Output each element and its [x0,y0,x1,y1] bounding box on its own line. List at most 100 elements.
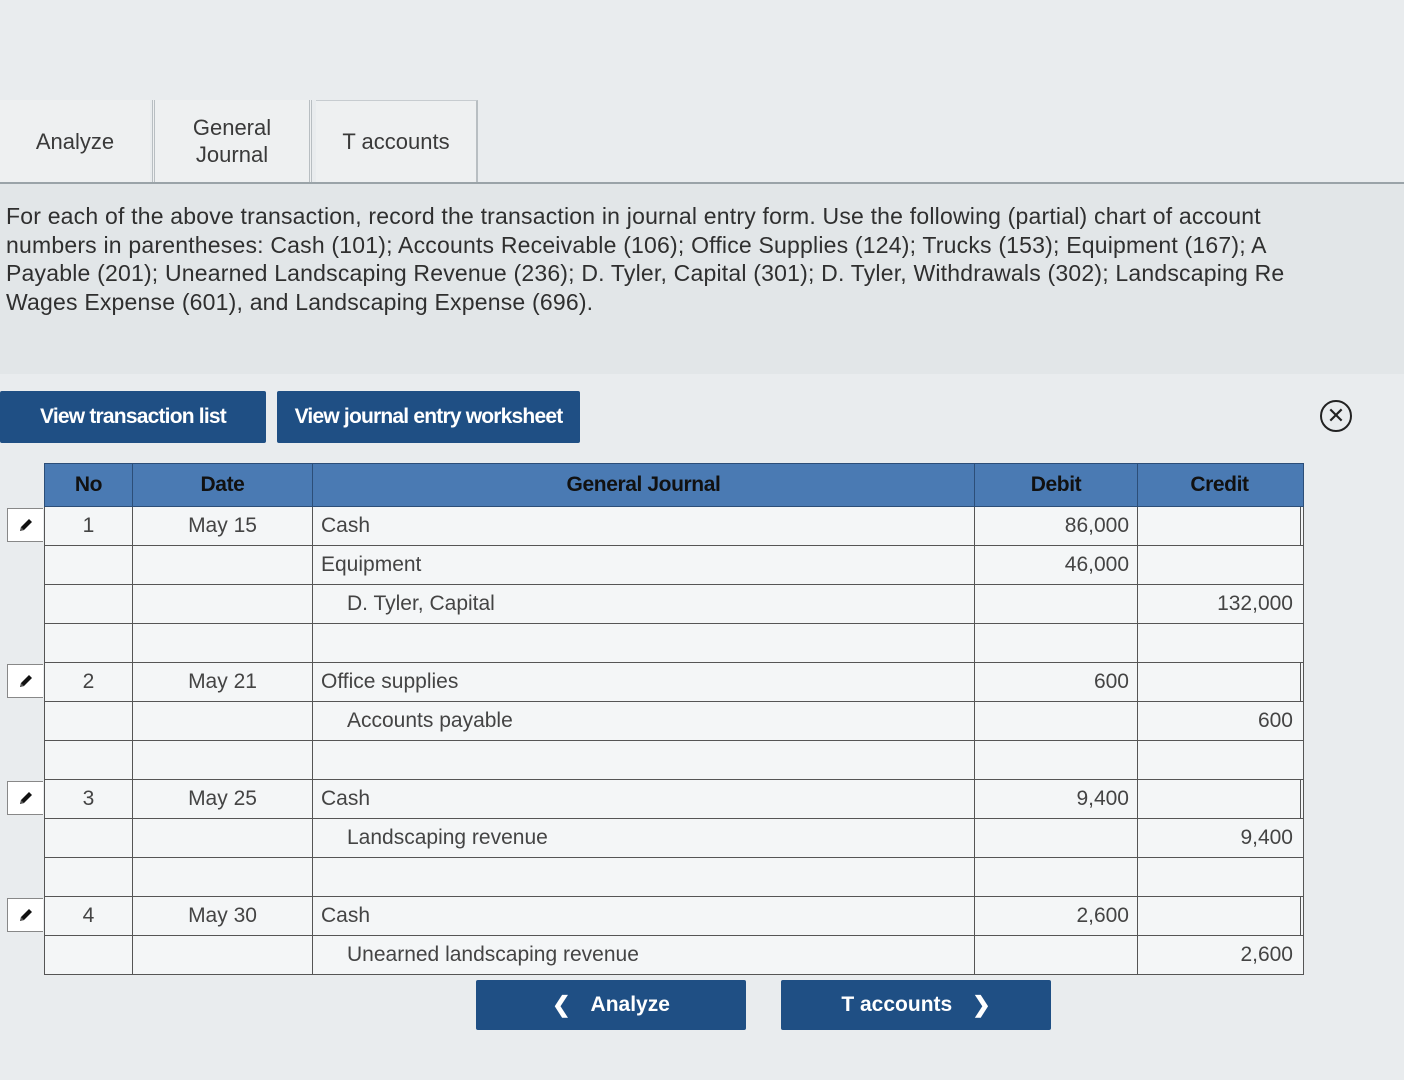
cell-date[interactable] [133,585,313,623]
cell-debit[interactable]: 86,000 [975,507,1138,545]
tab-bar: Analyze General Journal T accounts [0,100,1404,184]
cell-date[interactable]: May 21 [133,663,313,701]
cell-date[interactable] [133,702,313,740]
table-row: Landscaping revenue 9,400 [44,819,1304,858]
cell-credit[interactable]: 9,400 [1138,819,1301,857]
nav-next-label: T accounts [841,993,953,1016]
cell-account[interactable]: Landscaping revenue [313,819,975,857]
table-row [44,858,1304,897]
cell-credit[interactable] [1138,897,1301,935]
tab-general-journal[interactable]: General Journal [152,100,312,182]
view-transaction-list-button[interactable]: View transaction list [0,391,266,443]
cell-account[interactable]: Office supplies [313,663,975,701]
cell-credit[interactable] [1138,546,1301,584]
chevron-right-icon: ❯ [972,992,991,1017]
cell-debit[interactable] [975,741,1138,779]
cell-no[interactable] [45,819,133,857]
edit-pencil-icon[interactable] [7,664,43,698]
tab-label: General Journal [192,115,272,167]
cell-credit[interactable]: 132,000 [1138,585,1301,623]
analyze-nav-button[interactable]: ❮ Analyze [476,980,746,1030]
header-debit: Debit [975,464,1138,506]
cell-debit[interactable]: 46,000 [975,546,1138,584]
cell-credit[interactable] [1138,624,1301,662]
cell-debit[interactable] [975,702,1138,740]
table-body: 1 May 15 Cash 86,000 Equipment 46,000 D. Tyler… [7,507,1304,975]
t-accounts-nav-button[interactable]: T accounts ❯ [781,980,1051,1030]
cell-date[interactable]: May 15 [133,507,313,545]
nav-prev-label: Analyze [590,993,670,1016]
cell-debit[interactable] [975,585,1138,623]
cell-credit[interactable]: 2,600 [1138,936,1301,974]
cell-account[interactable]: Cash [313,897,975,935]
table-row: Unearned landscaping revenue 2,600 [44,936,1304,975]
cell-debit[interactable]: 9,400 [975,780,1138,818]
cell-no[interactable] [45,858,133,896]
table-header: No Date General Journal Debit Credit [44,463,1304,507]
tab-analyze[interactable]: Analyze [0,100,150,182]
cell-debit[interactable]: 600 [975,663,1138,701]
cell-date[interactable]: May 30 [133,897,313,935]
cell-no[interactable] [45,702,133,740]
cell-date[interactable] [133,546,313,584]
table-row: 4 May 30 Cash 2,600 [7,897,1304,936]
cell-no[interactable] [45,624,133,662]
cell-date[interactable] [133,741,313,779]
header-date: Date [133,464,313,506]
edit-pencil-icon[interactable] [7,898,43,932]
table-row: Accounts payable 600 [44,702,1304,741]
cell-credit[interactable] [1138,780,1301,818]
table-row: 2 May 21 Office supplies 600 [7,663,1304,702]
cell-debit[interactable] [975,624,1138,662]
cell-credit[interactable] [1138,741,1301,779]
close-icon[interactable]: ✕ [1320,400,1352,432]
cell-no[interactable]: 2 [45,663,133,701]
page: Analyze General Journal T accounts For e… [0,0,1404,1080]
cell-no[interactable] [45,585,133,623]
cell-date[interactable] [133,858,313,896]
tab-label: T accounts [342,129,450,154]
cell-credit[interactable]: 600 [1138,702,1301,740]
cell-account[interactable]: Equipment [313,546,975,584]
instruction-line: For each of the above transaction, recor… [6,203,1261,229]
cell-account[interactable]: Cash [313,507,975,545]
edit-pencil-icon[interactable] [7,508,43,542]
cell-no[interactable]: 4 [45,897,133,935]
cell-debit[interactable] [975,819,1138,857]
cell-account[interactable]: Unearned landscaping revenue [313,936,975,974]
cell-account[interactable]: Accounts payable [313,702,975,740]
cell-date[interactable] [133,624,313,662]
chevron-left-icon: ❮ [552,992,571,1017]
instruction-line: Payable (201); Unearned Landscaping Reve… [6,260,1285,286]
cell-credit[interactable] [1138,507,1301,545]
general-journal-table: No Date General Journal Debit Credit 1 Ma… [7,463,1304,975]
cell-no[interactable] [45,546,133,584]
cell-account[interactable] [313,858,975,896]
cell-no[interactable]: 1 [45,507,133,545]
cell-no[interactable] [45,741,133,779]
cell-no[interactable] [45,936,133,974]
edit-pencil-icon[interactable] [7,781,43,815]
table-row: Equipment 46,000 [44,546,1304,585]
tab-label: Analyze [35,128,115,154]
cell-date[interactable] [133,819,313,857]
table-row: 1 May 15 Cash 86,000 [7,507,1304,546]
view-journal-entry-worksheet-button[interactable]: View journal entry worksheet [277,391,580,443]
cell-credit[interactable] [1138,858,1301,896]
cell-debit[interactable] [975,858,1138,896]
header-no: No [45,464,133,506]
cell-account[interactable] [313,624,975,662]
cell-debit[interactable] [975,936,1138,974]
cell-no[interactable]: 3 [45,780,133,818]
cell-debit[interactable]: 2,600 [975,897,1138,935]
cell-account[interactable]: Cash [313,780,975,818]
instruction-line: numbers in parentheses: Cash (101); Acco… [6,231,1267,258]
tab-t-accounts[interactable]: T accounts [316,100,478,182]
cell-account[interactable]: D. Tyler, Capital [313,585,975,623]
cell-account[interactable] [313,741,975,779]
cell-credit[interactable] [1138,663,1301,701]
cell-date[interactable]: May 25 [133,780,313,818]
cell-date[interactable] [133,936,313,974]
table-row: 3 May 25 Cash 9,400 [7,780,1304,819]
instructions: For each of the above transaction, recor… [0,184,1404,374]
